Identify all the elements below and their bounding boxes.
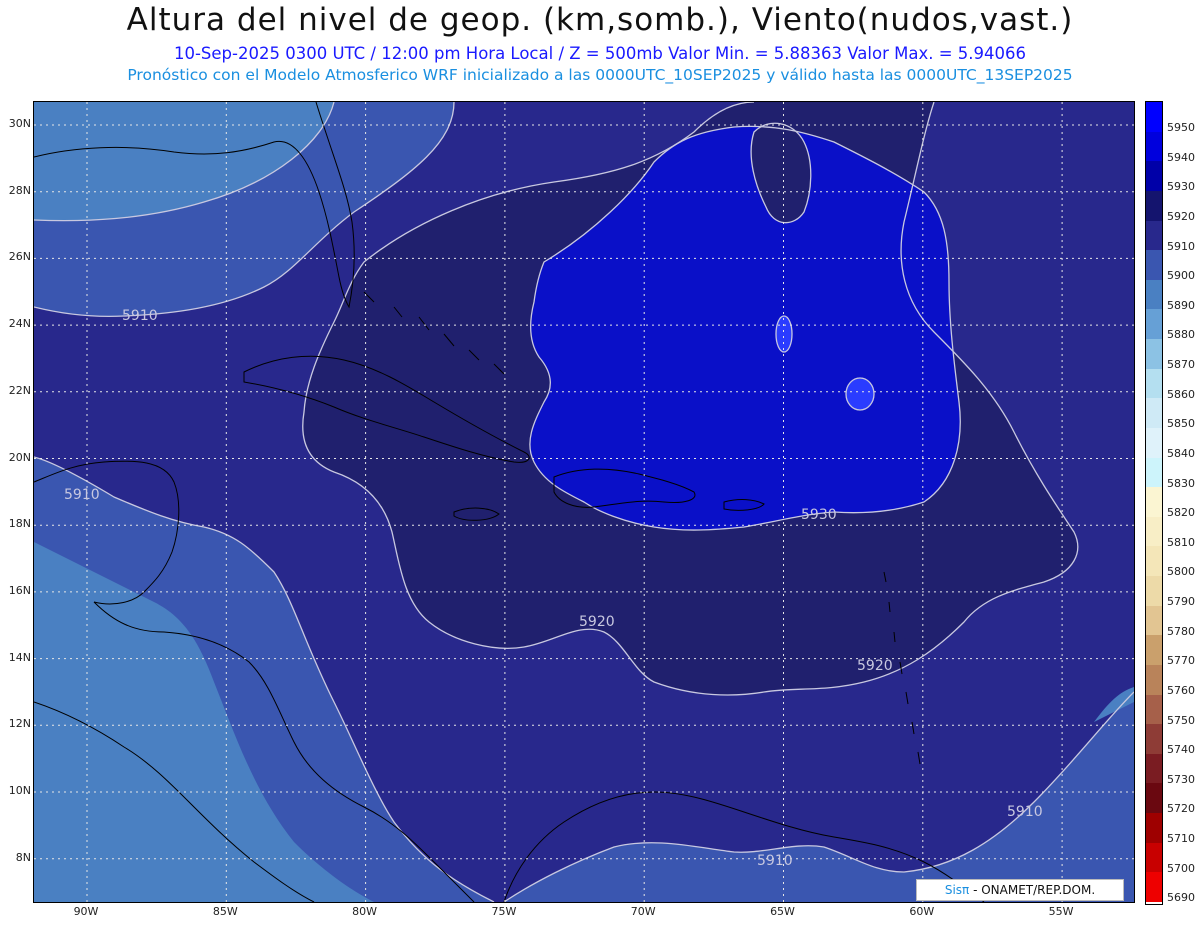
colorbar-cell bbox=[1146, 605, 1162, 636]
colorbar-label: 5930 bbox=[1167, 180, 1195, 194]
colorbar-label: 5730 bbox=[1167, 772, 1195, 786]
colorbar-label: 5940 bbox=[1167, 150, 1195, 164]
colorbar-label: 5850 bbox=[1167, 417, 1195, 431]
map-panel[interactable]: 5910 5910 5930 5920 5920 5910 5910 bbox=[33, 101, 1135, 903]
colorbar-label: 5760 bbox=[1167, 683, 1195, 697]
colorbar-cell bbox=[1146, 102, 1162, 133]
colorbar-cell bbox=[1146, 694, 1162, 725]
colorbar-cell bbox=[1146, 872, 1162, 903]
longitude-axis: 90W 85W 80W 75W 70W 65W 60W 55W bbox=[0, 903, 1200, 923]
credit-box: Sisπ - ONAMET/REP.DOM. bbox=[916, 879, 1124, 901]
lon-label: 75W bbox=[491, 905, 517, 918]
lon-label: 55W bbox=[1048, 905, 1074, 918]
colorbar-label: 5820 bbox=[1167, 506, 1195, 520]
colorbar-cell bbox=[1146, 309, 1162, 340]
lat-label: 12N bbox=[8, 717, 31, 731]
credit-org: - ONAMET/REP.DOM. bbox=[969, 883, 1096, 897]
colorbar-cell bbox=[1146, 279, 1162, 310]
lat-label: 26N bbox=[8, 250, 31, 264]
contour-label-5920-a: 5920 bbox=[579, 614, 615, 630]
colorbar-label: 5840 bbox=[1167, 446, 1195, 460]
chart-title: Altura del nivel de geop. (km,somb.), Vi… bbox=[126, 2, 1074, 38]
lat-label: 16N bbox=[8, 583, 31, 597]
colorbar-cell bbox=[1146, 724, 1162, 755]
lat-label: 10N bbox=[8, 784, 31, 797]
credit-brand: Sisπ bbox=[944, 883, 970, 897]
contour-label-5910-e: 5910 bbox=[1007, 804, 1043, 820]
lat-label: 8N bbox=[15, 850, 31, 864]
colorbar-label: 5890 bbox=[1167, 298, 1195, 312]
lat-label: 18N bbox=[8, 517, 31, 531]
colorbar-label: 5790 bbox=[1167, 595, 1195, 609]
colorbar-label: 5690 bbox=[1167, 891, 1195, 905]
colorbar-label: 5740 bbox=[1167, 743, 1195, 757]
colorbar-label: 5870 bbox=[1167, 358, 1195, 372]
contour-label-5930: 5930 bbox=[801, 507, 837, 523]
colorbar bbox=[1145, 101, 1163, 905]
colorbar-label: 5750 bbox=[1167, 713, 1195, 727]
lon-label: 90W bbox=[73, 905, 99, 918]
lon-label: 65W bbox=[770, 905, 795, 918]
colorbar-label: 5770 bbox=[1167, 654, 1195, 668]
colorbar-label: 5920 bbox=[1167, 209, 1195, 223]
lat-label: 30N bbox=[8, 117, 31, 130]
colorbar-cell bbox=[1146, 190, 1162, 221]
colorbar-label: 5700 bbox=[1167, 861, 1195, 875]
colorbar-label: 5810 bbox=[1167, 535, 1195, 549]
colorbar-cell bbox=[1146, 220, 1162, 251]
colorbar-cell bbox=[1146, 368, 1162, 399]
colorbar-cell bbox=[1146, 427, 1162, 459]
model-info-line: Pronóstico con el Modelo Atmosferico WRF… bbox=[127, 66, 1073, 84]
colorbar-label: 5880 bbox=[1167, 328, 1195, 342]
lat-label: 14N bbox=[8, 650, 31, 664]
colorbar-cell bbox=[1146, 398, 1162, 429]
colorbar-cell bbox=[1146, 546, 1162, 577]
colorbar-cell bbox=[1146, 131, 1162, 162]
colorbar-cell bbox=[1146, 813, 1162, 844]
colorbar-label: 5710 bbox=[1167, 832, 1195, 846]
colorbar-cell bbox=[1146, 576, 1162, 607]
lat-label: 22N bbox=[8, 383, 31, 397]
colorbar-cell bbox=[1146, 516, 1162, 547]
contour-label-5910-w: 5910 bbox=[64, 487, 100, 503]
colorbar-label: 5830 bbox=[1167, 476, 1195, 490]
colorbar-cell bbox=[1146, 250, 1162, 281]
colorbar-label: 5720 bbox=[1167, 802, 1195, 816]
colorbar-cell bbox=[1146, 457, 1162, 488]
colorbar-cell bbox=[1146, 161, 1162, 192]
colorbar-label: 5910 bbox=[1167, 239, 1195, 253]
colorbar-label: 5860 bbox=[1167, 387, 1195, 401]
contour-label-5910-nw: 5910 bbox=[122, 308, 158, 324]
lat-label: 20N bbox=[8, 450, 31, 464]
colorbar-label: 5950 bbox=[1167, 121, 1195, 134]
colorbar-cell bbox=[1146, 487, 1162, 518]
colorbar-cell bbox=[1146, 783, 1162, 814]
colorbar-cell bbox=[1146, 339, 1162, 370]
lon-label: 85W bbox=[212, 905, 238, 918]
lat-label: 24N bbox=[8, 317, 31, 331]
colorbar-label: 5900 bbox=[1167, 269, 1195, 283]
colorbar-cell bbox=[1146, 664, 1162, 696]
colorbar-cell bbox=[1146, 635, 1162, 666]
colorbar-cell bbox=[1146, 753, 1162, 784]
colorbar-cell bbox=[1146, 842, 1162, 873]
lat-label: 28N bbox=[8, 183, 31, 197]
contour-label-5910-s: 5910 bbox=[757, 853, 793, 869]
chart-subtitle: 10-Sep-2025 0300 UTC / 12:00 pm Hora Loc… bbox=[173, 44, 1027, 63]
lon-label: 80W bbox=[352, 905, 378, 918]
colorbar-label: 5800 bbox=[1167, 565, 1195, 579]
latitude-axis: 30N 28N 26N 24N 22N 20N 18N 16N 14N 12N 10N 8N bbox=[0, 0, 33, 927]
map-canvas: 5910 5910 5930 5920 5920 5910 5910 bbox=[34, 102, 1134, 902]
lon-label: 70W bbox=[630, 905, 656, 918]
contour-label-5920-b: 5920 bbox=[857, 658, 893, 674]
colorbar-label: 5780 bbox=[1167, 624, 1195, 638]
lon-label: 60W bbox=[909, 905, 935, 918]
